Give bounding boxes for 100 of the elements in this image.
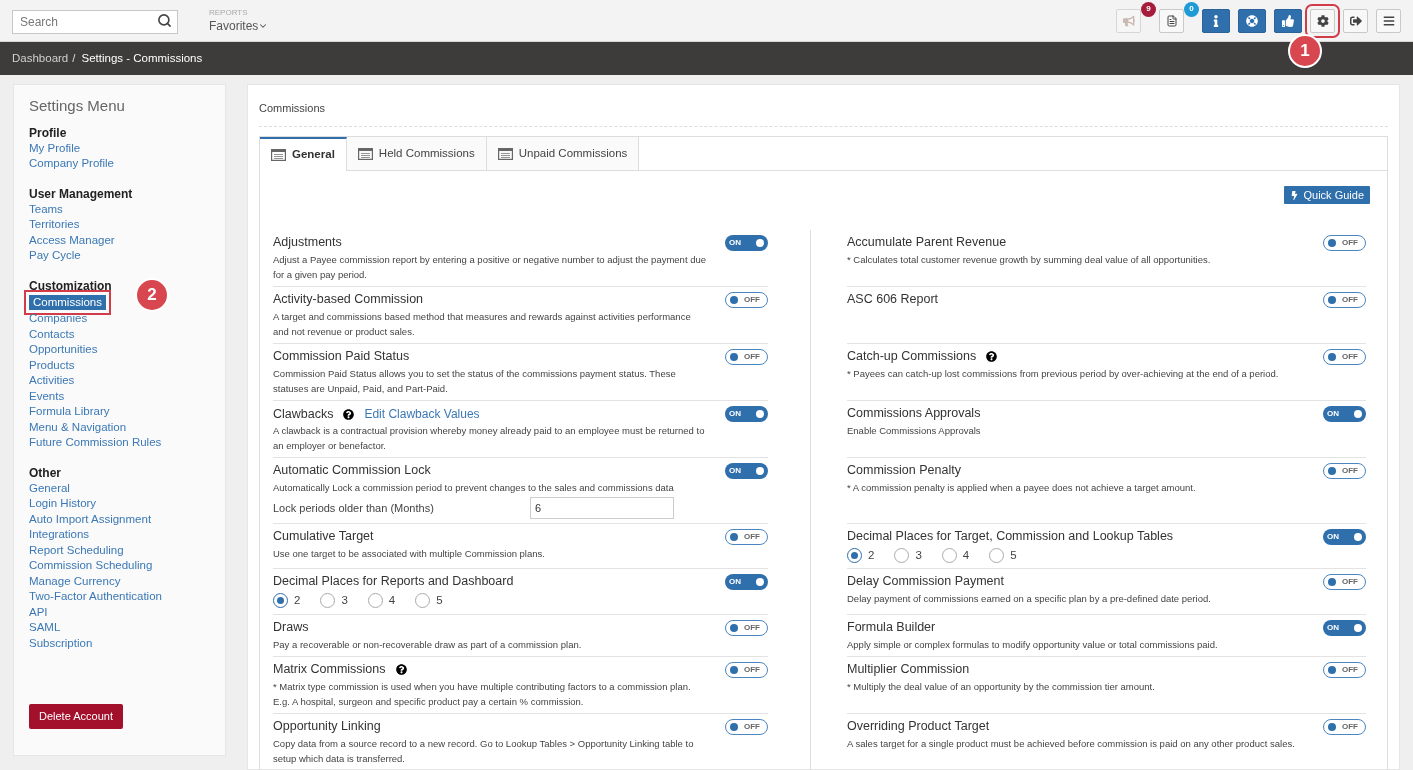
menu-link[interactable]: Pay Cycle bbox=[29, 248, 81, 264]
toggle-switch[interactable]: OFF bbox=[725, 661, 768, 678]
callout-badge: 1 bbox=[1288, 33, 1322, 68]
list-icon bbox=[497, 147, 513, 160]
setting-title: Delay Commission Payment bbox=[847, 573, 1004, 591]
count-badge: 0 bbox=[1184, 1, 1199, 17]
setting-title: Accumulate Parent Revenue bbox=[847, 234, 1007, 251]
setting-title: Activity-based Commission bbox=[273, 291, 424, 308]
menu-link[interactable]: Report Scheduling bbox=[29, 542, 124, 558]
menu-link[interactable]: General bbox=[29, 480, 70, 496]
menu-link[interactable]: Contacts bbox=[29, 326, 75, 342]
toolbar-button[interactable] bbox=[1274, 8, 1302, 33]
toggle-switch[interactable]: OFF bbox=[725, 292, 768, 308]
logout-icon bbox=[1349, 14, 1362, 27]
toggle-switch[interactable]: ON bbox=[725, 406, 768, 422]
setting-title: Draws bbox=[273, 618, 309, 636]
radio-label: 3 bbox=[915, 548, 922, 563]
radio-label: 2 bbox=[294, 593, 301, 609]
section-heading: User Management bbox=[29, 186, 133, 202]
months-field[interactable]: 6 bbox=[530, 497, 674, 519]
menu-link[interactable]: API bbox=[29, 604, 48, 620]
bolt-icon bbox=[1290, 190, 1300, 200]
setting-description: A target and commissions based method that measures and rewards against activities performance and not revenue or product sales. bbox=[273, 310, 692, 339]
tab[interactable]: Held Commissions bbox=[346, 137, 487, 170]
breadcrumb-link[interactable]: Dashboard bbox=[12, 49, 69, 68]
radio-button[interactable] bbox=[367, 593, 383, 609]
toggle-switch[interactable]: ON bbox=[725, 574, 768, 591]
menu-link[interactable]: Integrations bbox=[29, 527, 90, 543]
breadcrumb-separator: / bbox=[72, 50, 76, 66]
toggle-switch[interactable]: ON bbox=[1323, 529, 1366, 545]
menu-link[interactable]: Access Manager bbox=[29, 232, 115, 248]
menu-link[interactable]: My Profile bbox=[29, 140, 81, 156]
toggle-switch[interactable]: ON bbox=[1323, 406, 1366, 422]
menu-link[interactable]: Two-Factor Authentication bbox=[29, 589, 162, 605]
menu-link[interactable]: Activities bbox=[29, 373, 75, 389]
setting-description: Pay a recoverable or non-recoverable draw as part of a commission plan. bbox=[273, 637, 583, 652]
radio-button[interactable] bbox=[989, 548, 1005, 564]
toggle-switch[interactable]: OFF bbox=[1323, 235, 1366, 251]
setting-description: Copy data from a source record to a new record. Go to Lookup Tables > Opportunity Linking table to setup which data is transferred. bbox=[273, 736, 695, 766]
radio-button[interactable] bbox=[894, 548, 910, 564]
toggle-switch[interactable]: OFF bbox=[1323, 574, 1366, 591]
lifebuoy-icon bbox=[1246, 14, 1258, 27]
toggle-switch[interactable]: ON bbox=[1323, 619, 1366, 636]
menu-link[interactable]: Products bbox=[29, 357, 75, 373]
menu-link[interactable]: Opportunities bbox=[29, 342, 98, 358]
search-field[interactable]: Search bbox=[12, 9, 178, 34]
radio-button[interactable] bbox=[273, 593, 288, 609]
setting-description: * Multiply the deal value of an opportunity by the commission tier amount. bbox=[847, 679, 1156, 694]
menu-link[interactable]: Companies bbox=[29, 311, 88, 327]
menu-link[interactable]: SAML bbox=[29, 620, 61, 636]
tab[interactable]: Unpaid Commissions bbox=[486, 137, 640, 170]
radio-label: 4 bbox=[962, 548, 970, 563]
radio-label: 4 bbox=[388, 593, 396, 609]
setting-title: Matrix Commissions bbox=[273, 660, 386, 678]
menu-link[interactable]: Company Profile bbox=[29, 156, 114, 172]
quick-guide-button[interactable]: Quick Guide bbox=[1284, 186, 1370, 204]
radio-button[interactable] bbox=[320, 593, 336, 609]
setting-title: Formula Builder bbox=[847, 618, 936, 636]
delete-account-button[interactable]: Delete Account bbox=[29, 704, 123, 729]
setting-description: Adjust a Payee commission report by entering a positive or negative number to adjust the payment due for a given pay period. bbox=[273, 253, 708, 282]
menu-link[interactable]: Commission Scheduling bbox=[29, 558, 153, 574]
menu-link[interactable]: Formula Library bbox=[29, 404, 110, 420]
menu-link[interactable]: Manage Currency bbox=[29, 573, 121, 589]
toggle-switch[interactable]: OFF bbox=[725, 349, 768, 365]
edit-link[interactable]: Edit Clawback Values bbox=[364, 405, 480, 423]
setting-description: Enable Commissions Approvals bbox=[847, 424, 982, 438]
menu-link[interactable]: Future Commission Rules bbox=[29, 435, 162, 451]
toggle-switch[interactable]: OFF bbox=[725, 529, 768, 545]
setting-description: Automatically Lock a commission period to prevent changes to the sales and commissions data bbox=[273, 481, 675, 495]
setting-title: Cumulative Target bbox=[273, 528, 374, 545]
menu-link[interactable]: Teams bbox=[29, 201, 63, 217]
setting-title: Multiplier Commission bbox=[847, 660, 970, 678]
menu-link[interactable]: Auto Import Assignment bbox=[29, 511, 152, 527]
menu-link[interactable]: Subscription bbox=[29, 635, 93, 651]
menu-link[interactable]: Territories bbox=[29, 217, 80, 233]
setting-title: Commission Penalty bbox=[847, 462, 961, 479]
toggle-switch[interactable]: OFF bbox=[1323, 292, 1366, 308]
menu-link[interactable]: Menu & Navigation bbox=[29, 419, 127, 435]
radio-button[interactable] bbox=[415, 593, 431, 609]
toggle-switch[interactable]: OFF bbox=[1323, 463, 1366, 479]
favorites-dropdown[interactable]: Favorites bbox=[209, 17, 269, 34]
radio-button[interactable] bbox=[941, 548, 957, 564]
menu-link[interactable]: Login History bbox=[29, 496, 97, 512]
toolbar-button[interactable] bbox=[1202, 8, 1230, 33]
settings-icon bbox=[1316, 14, 1329, 27]
menu-link[interactable]: Events bbox=[29, 388, 65, 404]
toggle-switch[interactable]: OFF bbox=[725, 718, 768, 735]
toggle-switch[interactable]: OFF bbox=[1323, 349, 1366, 365]
toggle-switch[interactable]: OFF bbox=[1323, 661, 1366, 678]
toggle-switch[interactable]: ON bbox=[725, 235, 768, 251]
setting-title: Automatic Commission Lock bbox=[273, 462, 431, 479]
toggle-switch[interactable]: OFF bbox=[725, 619, 768, 636]
toolbar-button[interactable] bbox=[1238, 8, 1266, 33]
setting-title: Catch-up Commissions bbox=[847, 348, 977, 365]
setting-description: Delay payment of commissions earned on a specific plan by a pre-defined date period. bbox=[847, 592, 1212, 607]
count-badge: 9 bbox=[1141, 1, 1156, 17]
radio-button[interactable] bbox=[847, 548, 862, 564]
tab[interactable]: General bbox=[260, 137, 347, 171]
toggle-switch[interactable]: ON bbox=[725, 463, 768, 479]
toggle-switch[interactable]: OFF bbox=[1323, 718, 1366, 735]
